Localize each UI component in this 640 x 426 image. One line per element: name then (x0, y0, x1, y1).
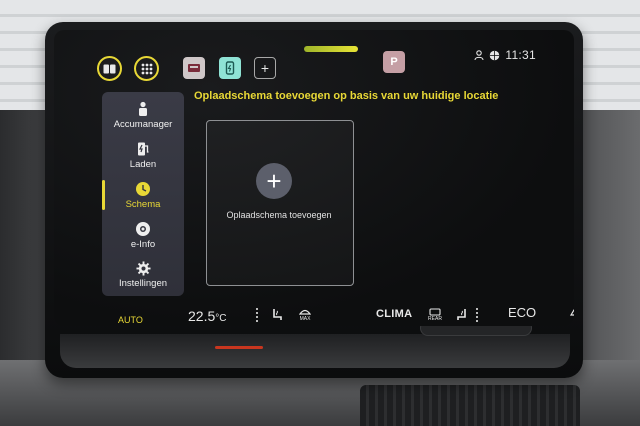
sidebar-item-label: Instellingen (118, 278, 168, 289)
divider (476, 308, 478, 324)
phone-charge-icon (225, 61, 235, 75)
max-defrost-button[interactable]: MAX (296, 306, 314, 324)
pull-down-handle[interactable] (304, 46, 358, 52)
add-schedule-button[interactable]: + (256, 163, 292, 199)
sidebar-item-schema[interactable]: Schema (102, 176, 184, 214)
shortcut-charging-button[interactable] (219, 57, 241, 79)
rear-window-icon (429, 308, 441, 316)
sidebar-item-accumanager[interactable]: Accumanager (102, 96, 184, 134)
passenger-seat-heat-button[interactable] (453, 306, 471, 324)
eco-mode-button[interactable]: ECO (508, 305, 536, 320)
parking-label: P (390, 56, 398, 68)
rear-label: REAR (428, 316, 442, 322)
user-profile-icon[interactable] (474, 49, 484, 61)
add-charging-schedule-card[interactable] (206, 120, 354, 286)
split-screen-icon (103, 64, 116, 73)
climate-bar: AUTO 22.5°C MAX CLIMA REAR ECO (108, 296, 574, 326)
seat-heat-button[interactable] (268, 306, 286, 324)
sidebar-item-label: e-Info (130, 238, 156, 250)
air-recirculation-button[interactable] (568, 303, 574, 321)
temperature-display[interactable]: 22.5°C (188, 308, 226, 324)
split-view-button[interactable] (97, 56, 122, 81)
sidebar-item-label: Schema (125, 198, 161, 210)
add-shortcut-button[interactable]: + (254, 57, 276, 79)
rear-defrost-button[interactable]: REAR (426, 306, 444, 324)
sidebar-item-label: Accumanager (113, 118, 173, 130)
clima-menu-button[interactable]: CLIMA (376, 308, 412, 320)
gear-icon (135, 261, 151, 276)
temperature-value: 22.5 (188, 308, 216, 324)
infotainment-screen: + P 11:31 Accumanager Laden Schema e-Inf… (54, 30, 574, 326)
clock-time: 11:31 (505, 48, 536, 62)
air-vent (360, 385, 580, 426)
seat-heat-icon (457, 309, 466, 320)
sidebar-item-laden[interactable]: Laden (102, 136, 184, 174)
divider (256, 308, 258, 324)
add-schedule-label: Oplaadschema toevoegen (226, 210, 332, 220)
shortcut-radio-button[interactable] (183, 57, 205, 79)
sidebar-item-instellingen[interactable]: Instellingen (102, 256, 184, 294)
sidebar-item-label: Laden (129, 158, 157, 170)
max-label: MAX (299, 316, 311, 322)
seat-heat-icon (273, 309, 282, 320)
grid-icon (141, 63, 152, 74)
temperature-unit: °C (215, 313, 227, 324)
parking-button[interactable]: P (383, 51, 405, 73)
info-globe-icon (136, 221, 150, 236)
car-recirculation-icon (569, 309, 574, 316)
climate-touch-slider[interactable] (60, 334, 570, 368)
status-area: 11:31 (474, 48, 536, 62)
radio-icon (188, 64, 200, 72)
plus-icon: + (266, 166, 282, 196)
temperature-slider-indicator (215, 346, 263, 349)
plus-icon: + (260, 60, 270, 76)
side-navigation: Accumanager Laden Schema e-Info Instelli… (102, 92, 184, 296)
climate-auto-button[interactable]: AUTO (118, 315, 143, 325)
defrost-icon (299, 309, 311, 315)
charging-station-icon (138, 142, 149, 155)
globe-icon (490, 50, 500, 60)
page-title: Oplaadschema toevoegen op basis van uw h… (194, 90, 499, 102)
battery-person-icon (139, 101, 147, 116)
clock-schedule-icon (136, 181, 150, 196)
sidebar-item-e-info[interactable]: e-Info (102, 216, 184, 254)
apps-menu-button[interactable] (134, 56, 159, 81)
